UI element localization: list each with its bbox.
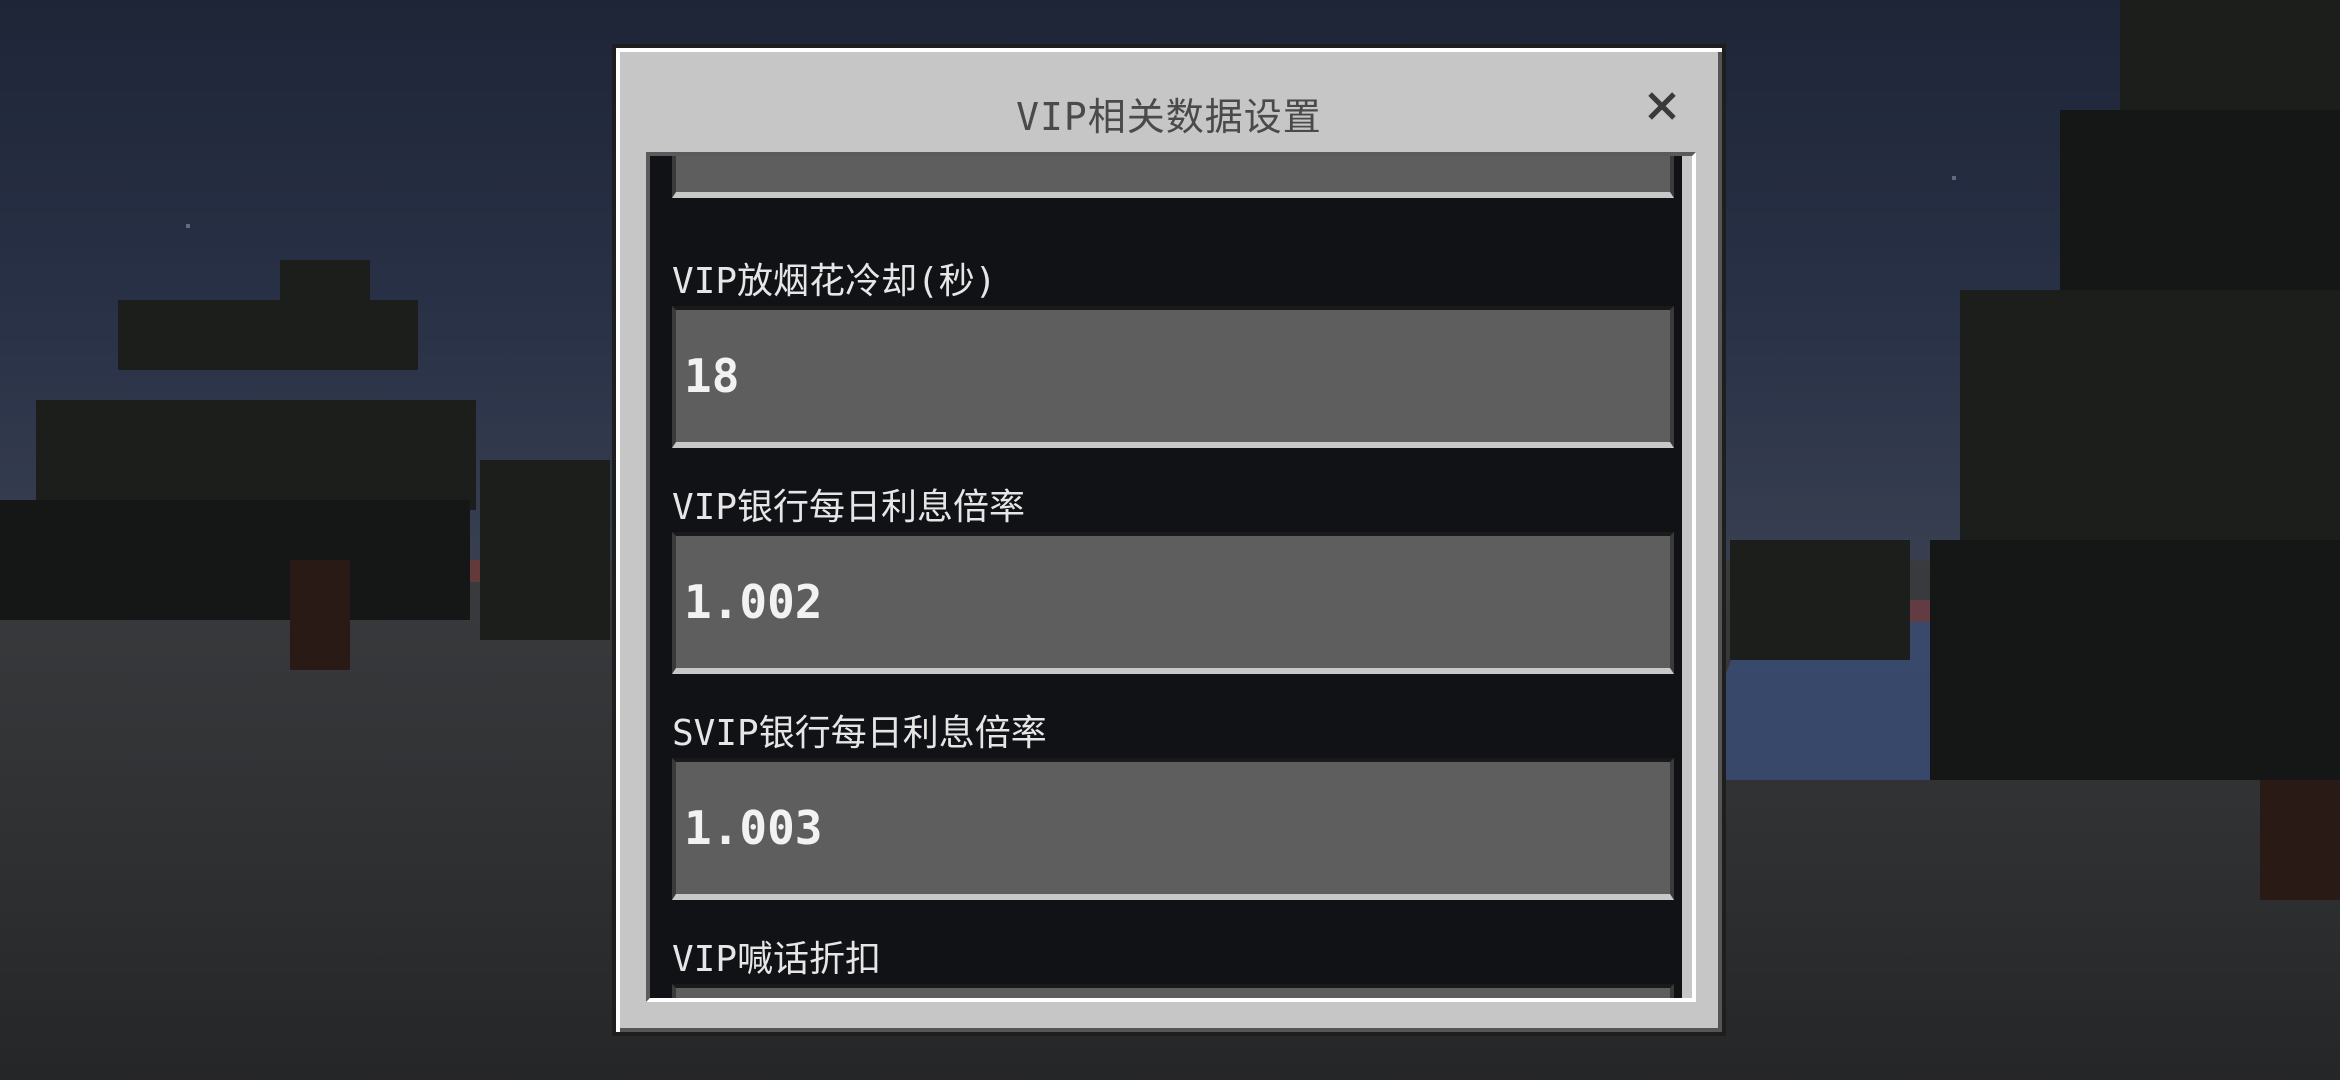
vip-settings-dialog: VIP相关数据设置 18 VIP放烟花冷却(秒) 18 VIP银行每日利息倍率 … [612,44,1726,1036]
field-label-svip-interest-rate: SVIP银行每日利息倍率 [672,713,1047,754]
input-field-previous[interactable]: 18 [672,156,1674,198]
scrollbar[interactable] [1682,156,1692,998]
close-button[interactable] [1638,82,1686,130]
tree-leaves [1730,540,1910,660]
tree-leaves [1930,540,2340,780]
dialog-title: VIP相关数据设置 [1016,95,1322,139]
input-svip-interest-rate[interactable]: 1.003 [672,758,1674,900]
tree-leaves [280,260,370,320]
field-label-vip-interest-rate: VIP银行每日利息倍率 [672,487,1026,528]
tree-leaves [1960,290,2340,540]
tree-leaves [0,500,470,620]
star [1952,176,1956,180]
tree-trunk [290,560,350,670]
star [186,224,190,228]
tree-trunk [2260,780,2340,900]
input-vip-interest-rate[interactable]: 1.002 [672,532,1674,674]
field-label-shout-discount: VIP喊话折扣 [672,939,882,980]
input-firework-cooldown[interactable]: 18 [672,306,1674,448]
tree-leaves [2060,110,2340,310]
settings-form-scroll-area[interactable]: 18 VIP放烟花冷却(秒) 18 VIP银行每日利息倍率 1.002 SVIP… [646,152,1696,1002]
close-icon [1648,92,1676,120]
input-shout-discount[interactable] [672,984,1674,998]
field-label-firework-cooldown: VIP放烟花冷却(秒) [672,261,997,302]
tree-leaves [36,400,476,510]
tree-leaves [118,300,418,370]
tree-leaves [480,460,610,640]
